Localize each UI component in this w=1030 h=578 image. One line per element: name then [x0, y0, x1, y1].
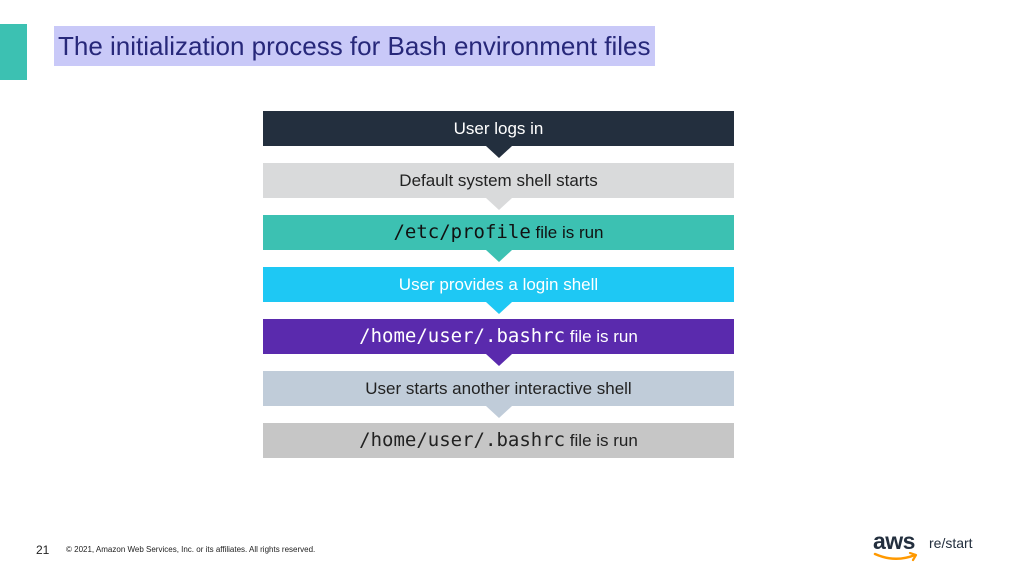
flowchart: User logs in Default system shell starts… [263, 111, 734, 458]
logo-restart-text: re/start [929, 535, 973, 551]
aws-restart-logo: aws re/start [873, 528, 993, 568]
down-arrow-icon [485, 406, 512, 418]
aws-smile-icon [873, 552, 918, 562]
accent-bar [0, 24, 27, 80]
down-arrow-icon [485, 250, 512, 262]
down-arrow-icon [485, 146, 512, 158]
step-label: User provides a login shell [398, 275, 599, 294]
copyright-notice: © 2021, Amazon Web Services, Inc. or its… [66, 545, 316, 554]
step-code: /home/user/.bashrc [359, 325, 566, 347]
slide-title: The initialization process for Bash envi… [54, 26, 655, 66]
step-label: file is run [565, 327, 638, 346]
step-user-logs-in: User logs in [263, 111, 734, 158]
step-label: Default system shell starts [399, 171, 598, 190]
down-arrow-icon [485, 354, 512, 366]
step-bashrc-run: /home/user/.bashrc file is run [263, 319, 734, 366]
step-label: file is run [565, 431, 638, 450]
step-label: User starts another interactive shell [365, 379, 632, 398]
step-etc-profile-run: /etc/profile file is run [263, 215, 734, 262]
step-label: User logs in [453, 119, 544, 138]
step-code: /home/user/.bashrc [359, 429, 566, 451]
logo-aws-text: aws [873, 528, 915, 554]
step-default-shell-starts: Default system shell starts [263, 163, 734, 210]
step-label: file is run [530, 223, 604, 242]
step-another-interactive-shell: User starts another interactive shell [263, 371, 734, 418]
down-arrow-icon [485, 198, 512, 210]
page-number: 21 [36, 543, 50, 557]
down-arrow-icon [485, 302, 512, 314]
step-login-shell: User provides a login shell [263, 267, 734, 314]
step-bashrc-run-again: /home/user/.bashrc file is run [263, 423, 734, 458]
step-code: /etc/profile [393, 221, 531, 243]
